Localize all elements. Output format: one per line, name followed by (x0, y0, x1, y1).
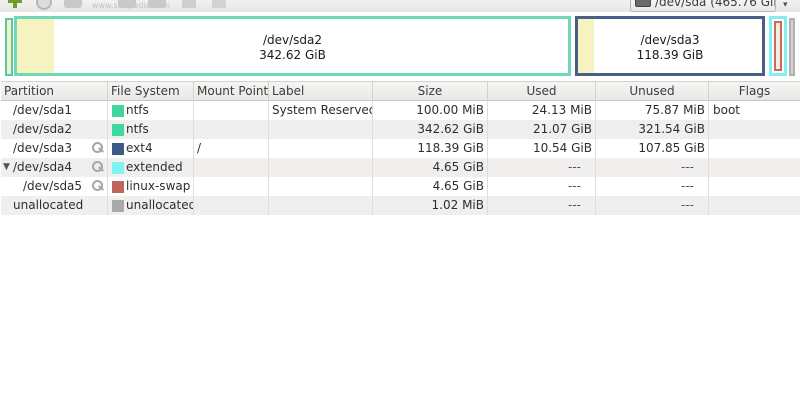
partition-used: --- (488, 177, 596, 196)
new-partition-button[interactable] (6, 0, 22, 10)
partition-name: unallocated (13, 198, 84, 212)
partition-label (269, 196, 373, 215)
partition-unused: --- (596, 158, 709, 177)
column-header-partition[interactable]: Partition (1, 82, 108, 101)
chevron-down-icon[interactable]: ▾ (783, 0, 793, 10)
partition-name: /dev/sda2 (13, 122, 73, 136)
partition-map-sda2[interactable]: /dev/sda2 342.62 GiB (14, 16, 571, 76)
column-header-flags[interactable]: Flags (709, 82, 800, 101)
segment-size: 342.62 GiB (259, 48, 326, 62)
device-selector-label: /dev/sda (465.76 GiB) (655, 0, 776, 9)
key-icon (92, 142, 104, 154)
partition-flags: boot (713, 103, 741, 117)
partition-size: 100.00 MiB (373, 101, 488, 120)
fs-color-swatch (112, 143, 124, 155)
table-header: Partition File System Mount Point Label … (1, 81, 800, 101)
column-header-size[interactable]: Size (373, 82, 488, 101)
toolbar: www.softpedia.com /dev/sda (465.76 GiB) … (0, 0, 800, 12)
partition-map-sda3[interactable]: /dev/sda3 118.39 GiB (575, 16, 765, 76)
fs-color-swatch (112, 105, 124, 117)
segment-name: /dev/sda2 (262, 33, 323, 47)
partition-name: /dev/sda5 (23, 179, 83, 193)
partition-used: 21.07 GiB (488, 120, 596, 139)
column-header-mount-point[interactable]: Mount Point (194, 82, 269, 101)
undo-button[interactable] (182, 0, 196, 8)
partition-unused: 107.85 GiB (596, 139, 709, 158)
mount-point (194, 120, 269, 139)
device-selector[interactable]: /dev/sda (465.76 GiB) (630, 0, 776, 12)
mount-point (194, 101, 269, 120)
partition-label (269, 177, 373, 196)
partition-map-sda1[interactable] (5, 18, 13, 76)
resize-move-button[interactable] (64, 0, 82, 8)
segment-name: /dev/sda3 (640, 33, 700, 47)
partition-map-swap[interactable] (774, 21, 782, 71)
copy-button[interactable] (118, 0, 136, 8)
paste-button[interactable] (148, 0, 166, 8)
partition-unused: --- (596, 196, 709, 215)
partition-used: 24.13 MiB (488, 101, 596, 120)
partition-used: --- (488, 196, 596, 215)
apply-button[interactable] (212, 0, 226, 8)
file-system: linux-swap (126, 179, 191, 193)
table-row[interactable]: /dev/sda1 ntfs System Reserved 100.00 Mi… (1, 101, 800, 120)
file-system: extended (126, 160, 183, 174)
delete-icon (36, 0, 52, 10)
partition-flags (709, 177, 800, 196)
plus-icon (8, 0, 22, 8)
key-icon (92, 161, 104, 173)
fs-color-swatch (112, 200, 124, 212)
partition-flags (709, 158, 800, 177)
partition-label (269, 158, 373, 177)
expander-arrow-icon[interactable]: ▼ (3, 158, 10, 177)
partition-flags (709, 120, 800, 139)
column-header-unused[interactable]: Unused (596, 82, 709, 101)
column-header-used[interactable]: Used (488, 82, 596, 101)
fs-color-swatch (112, 124, 124, 136)
table-row[interactable]: unallocated unallocated 1.02 MiB --- --- (1, 196, 800, 215)
partition-flags (709, 139, 800, 158)
key-icon (92, 180, 104, 192)
file-system: ntfs (126, 103, 149, 117)
fs-color-swatch (112, 181, 124, 193)
partition-name: /dev/sda4 (13, 160, 73, 174)
partition-label (269, 139, 373, 158)
delete-partition-button[interactable] (36, 0, 52, 10)
table-row[interactable]: /dev/sda2 ntfs 342.62 GiB 21.07 GiB 321.… (1, 120, 800, 139)
partition-unused: 321.54 GiB (596, 120, 709, 139)
partition-used: --- (488, 158, 596, 177)
mount-point: / (194, 139, 269, 158)
table-row[interactable]: /dev/sda3 ext4 / 118.39 GiB 10.54 GiB 10… (1, 139, 800, 158)
partition-size: 118.39 GiB (373, 139, 488, 158)
hard-disk-icon (635, 0, 651, 7)
partition-used: 10.54 GiB (488, 139, 596, 158)
mount-point (194, 158, 269, 177)
partition-label: System Reserved (269, 101, 373, 120)
file-system: ext4 (126, 141, 153, 155)
fs-color-swatch (112, 162, 124, 174)
column-header-file-system[interactable]: File System (108, 82, 194, 101)
partition-label (269, 120, 373, 139)
partition-unused: --- (596, 177, 709, 196)
partition-map: /dev/sda2 342.62 GiB /dev/sda3 118.39 Gi… (3, 13, 798, 79)
partition-size: 342.62 GiB (373, 120, 488, 139)
partition-flags (709, 196, 800, 215)
mount-point (194, 177, 269, 196)
file-system: ntfs (126, 122, 149, 136)
partition-map-unallocated[interactable] (789, 18, 795, 76)
column-header-label[interactable]: Label (269, 82, 373, 101)
partition-size: 4.65 GiB (373, 158, 488, 177)
partition-size: 1.02 MiB (373, 196, 488, 215)
mount-point (194, 196, 269, 215)
segment-size: 118.39 GiB (636, 48, 704, 62)
partition-name: /dev/sda3 (13, 141, 73, 155)
partition-size: 4.65 GiB (373, 177, 488, 196)
file-system: unallocated (126, 198, 194, 212)
table-row[interactable]: /dev/sda5 linux-swap 4.65 GiB --- --- (1, 177, 800, 196)
table-row[interactable]: ▼ /dev/sda4 extended 4.65 GiB --- --- (1, 158, 800, 177)
partition-map-extended[interactable] (769, 16, 787, 76)
partition-name: /dev/sda1 (13, 103, 73, 117)
partition-unused: 75.87 MiB (596, 101, 709, 120)
